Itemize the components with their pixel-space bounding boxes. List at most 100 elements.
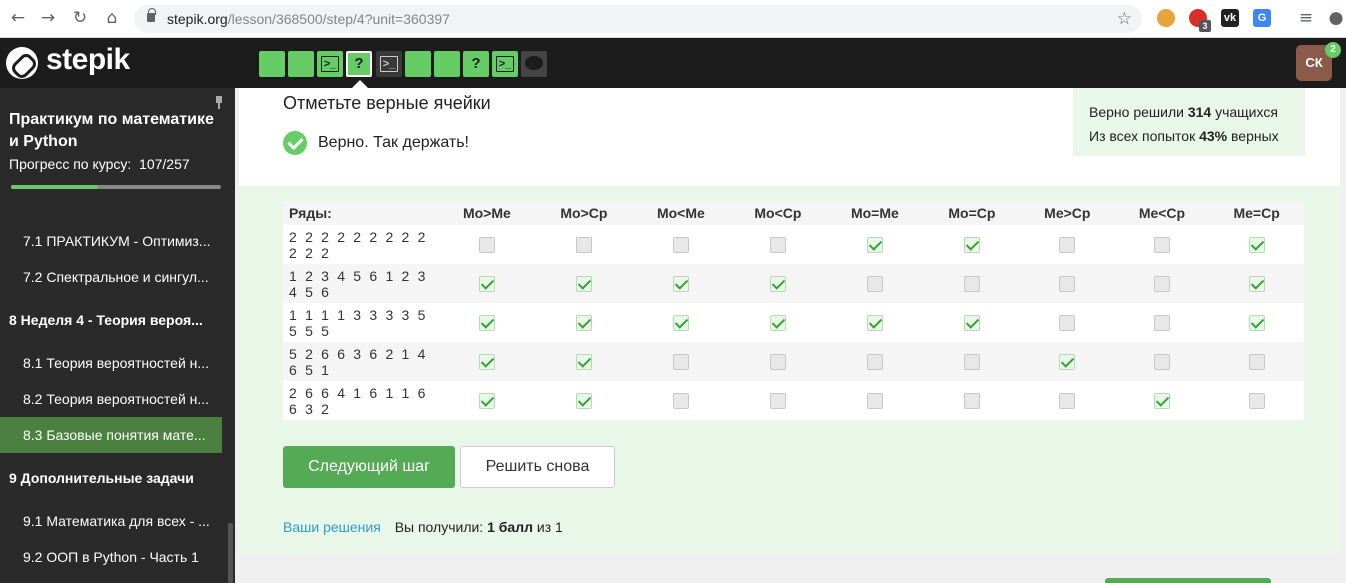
unchecked-checkbox[interactable] xyxy=(963,354,980,371)
sidebar-lesson[interactable]: 8.3 Базовые понятия мате... xyxy=(0,417,222,453)
checked-checkbox[interactable] xyxy=(575,393,592,410)
unchecked-checkbox[interactable] xyxy=(769,354,786,371)
translate-extension-icon[interactable]: G xyxy=(1253,9,1271,27)
unchecked-checkbox[interactable] xyxy=(672,237,689,254)
checked-checkbox[interactable] xyxy=(769,315,786,332)
sidebar-lesson[interactable]: 9.2 ООП в Python - Часть 1 xyxy=(0,539,222,575)
reload-icon[interactable]: ↻ xyxy=(70,8,90,28)
column-header: Mo>Me xyxy=(438,201,536,225)
sidebar-lesson[interactable]: 8.2 Теория вероятностей н... xyxy=(0,381,222,417)
extension-color-icon[interactable] xyxy=(1157,9,1175,27)
stepik-logo-text[interactable]: stepik xyxy=(46,43,130,77)
step-tile-10[interactable] xyxy=(521,51,547,77)
checked-checkbox[interactable] xyxy=(1248,315,1265,332)
unchecked-checkbox[interactable] xyxy=(866,393,883,410)
notification-badge: 2 xyxy=(1325,42,1341,58)
matrix-cell xyxy=(1114,225,1210,264)
matrix-cell xyxy=(535,264,632,303)
playlist-icon[interactable]: ≡ xyxy=(1296,8,1316,28)
unchecked-checkbox[interactable] xyxy=(1153,276,1170,293)
unchecked-checkbox[interactable] xyxy=(769,237,786,254)
matrix-cell xyxy=(438,342,536,381)
unchecked-checkbox[interactable] xyxy=(866,354,883,371)
address-bar[interactable]: stepik.org/lesson/368500/step/4?unit=360… xyxy=(134,5,1142,33)
checked-checkbox[interactable] xyxy=(866,315,883,332)
checked-checkbox[interactable] xyxy=(478,315,495,332)
course-progress-bar xyxy=(11,185,221,189)
checked-checkbox[interactable] xyxy=(769,276,786,293)
row-label: 2 2 2 2 2 2 2 2 2 2 2 2 xyxy=(283,225,438,264)
step-tile-3[interactable]: >_ xyxy=(317,51,343,77)
checked-checkbox[interactable] xyxy=(963,315,980,332)
matrix-cell xyxy=(729,225,826,264)
account-icon[interactable]: ● xyxy=(1326,8,1346,28)
unchecked-checkbox[interactable] xyxy=(1059,237,1076,254)
sidebar-lesson[interactable]: 8.1 Теория вероятностей н... xyxy=(0,345,222,381)
sidebar-lesson[interactable]: 9.1 Математика для всех - ... xyxy=(0,503,222,539)
back-arrow-icon[interactable]: ← xyxy=(8,8,28,28)
step-tile-2[interactable] xyxy=(288,51,314,77)
next-step-button[interactable]: Следующий шаг xyxy=(283,446,455,488)
checked-checkbox[interactable] xyxy=(575,354,592,371)
sidebar-lesson[interactable]: 7.2 Спектральное и сингул... xyxy=(0,259,222,295)
checked-checkbox[interactable] xyxy=(478,393,495,410)
sidebar-lesson[interactable]: 7.1 ПРАКТИКУМ - Оптимиз... xyxy=(0,223,222,259)
unchecked-checkbox[interactable] xyxy=(672,393,689,410)
unchecked-checkbox[interactable] xyxy=(1248,354,1265,371)
matrix-cell xyxy=(438,225,536,264)
checked-checkbox[interactable] xyxy=(1059,354,1076,371)
step-tile-5[interactable]: >_ xyxy=(376,51,402,77)
terminal-icon: >_ xyxy=(382,58,396,70)
forward-arrow-icon[interactable]: → xyxy=(38,8,58,28)
checked-checkbox[interactable] xyxy=(575,315,592,332)
vk-extension-icon[interactable]: vk xyxy=(1221,9,1239,27)
unchecked-checkbox[interactable] xyxy=(478,237,495,254)
checked-checkbox[interactable] xyxy=(672,315,689,332)
unchecked-checkbox[interactable] xyxy=(672,354,689,371)
bottom-next-button[interactable] xyxy=(1105,578,1271,583)
sidebar-section[interactable]: 8 Неделя 4 - Теория вероя... xyxy=(0,302,222,338)
pin-icon[interactable] xyxy=(214,96,224,109)
step-tile-7[interactable] xyxy=(434,51,460,77)
checked-checkbox[interactable] xyxy=(672,276,689,293)
checked-checkbox[interactable] xyxy=(1153,393,1170,410)
unchecked-checkbox[interactable] xyxy=(1059,276,1076,293)
unchecked-checkbox[interactable] xyxy=(575,237,592,254)
unchecked-checkbox[interactable] xyxy=(963,393,980,410)
stepik-logo-icon[interactable] xyxy=(6,47,38,79)
step-tile-8[interactable]: ? xyxy=(463,51,489,77)
sidebar-section[interactable]: 9 Дополнительные задачи xyxy=(0,460,222,496)
checked-checkbox[interactable] xyxy=(1248,276,1265,293)
solve-again-button[interactable]: Решить снова xyxy=(460,446,615,488)
task-title: Отметьте верные ячейки xyxy=(283,93,491,113)
matrix-cell xyxy=(1020,303,1115,342)
unchecked-checkbox[interactable] xyxy=(1153,315,1170,332)
checked-checkbox[interactable] xyxy=(963,237,980,254)
your-solutions-link[interactable]: Ваши решения xyxy=(283,519,381,535)
unchecked-checkbox[interactable] xyxy=(1153,354,1170,371)
checked-checkbox[interactable] xyxy=(478,354,495,371)
checked-checkbox[interactable] xyxy=(478,276,495,293)
step-tile-9[interactable]: >_ xyxy=(492,51,518,77)
step-tile-6[interactable] xyxy=(405,51,431,77)
home-icon[interactable]: ⌂ xyxy=(102,8,122,28)
unchecked-checkbox[interactable] xyxy=(769,393,786,410)
unchecked-checkbox[interactable] xyxy=(866,276,883,293)
checked-checkbox[interactable] xyxy=(575,276,592,293)
checked-checkbox[interactable] xyxy=(1248,237,1265,254)
checked-checkbox[interactable] xyxy=(866,237,883,254)
bookmark-star-icon[interactable]: ☆ xyxy=(1117,9,1132,29)
unchecked-checkbox[interactable] xyxy=(1059,393,1076,410)
course-sidebar: Практикум по математике и Python Прогрес… xyxy=(0,88,235,583)
step-tile-4[interactable]: ? xyxy=(346,51,372,77)
current-step-pointer xyxy=(352,80,368,88)
unchecked-checkbox[interactable] xyxy=(963,276,980,293)
unchecked-checkbox[interactable] xyxy=(1059,315,1076,332)
unchecked-checkbox[interactable] xyxy=(1153,237,1170,254)
step-tile-1[interactable] xyxy=(259,51,285,77)
course-title[interactable]: Практикум по математике и Python xyxy=(9,109,219,153)
url-text: stepik.org/lesson/368500/step/4?unit=360… xyxy=(167,11,450,27)
sidebar-scrollbar[interactable] xyxy=(228,523,233,583)
matrix-cell xyxy=(535,225,632,264)
unchecked-checkbox[interactable] xyxy=(1248,393,1265,410)
